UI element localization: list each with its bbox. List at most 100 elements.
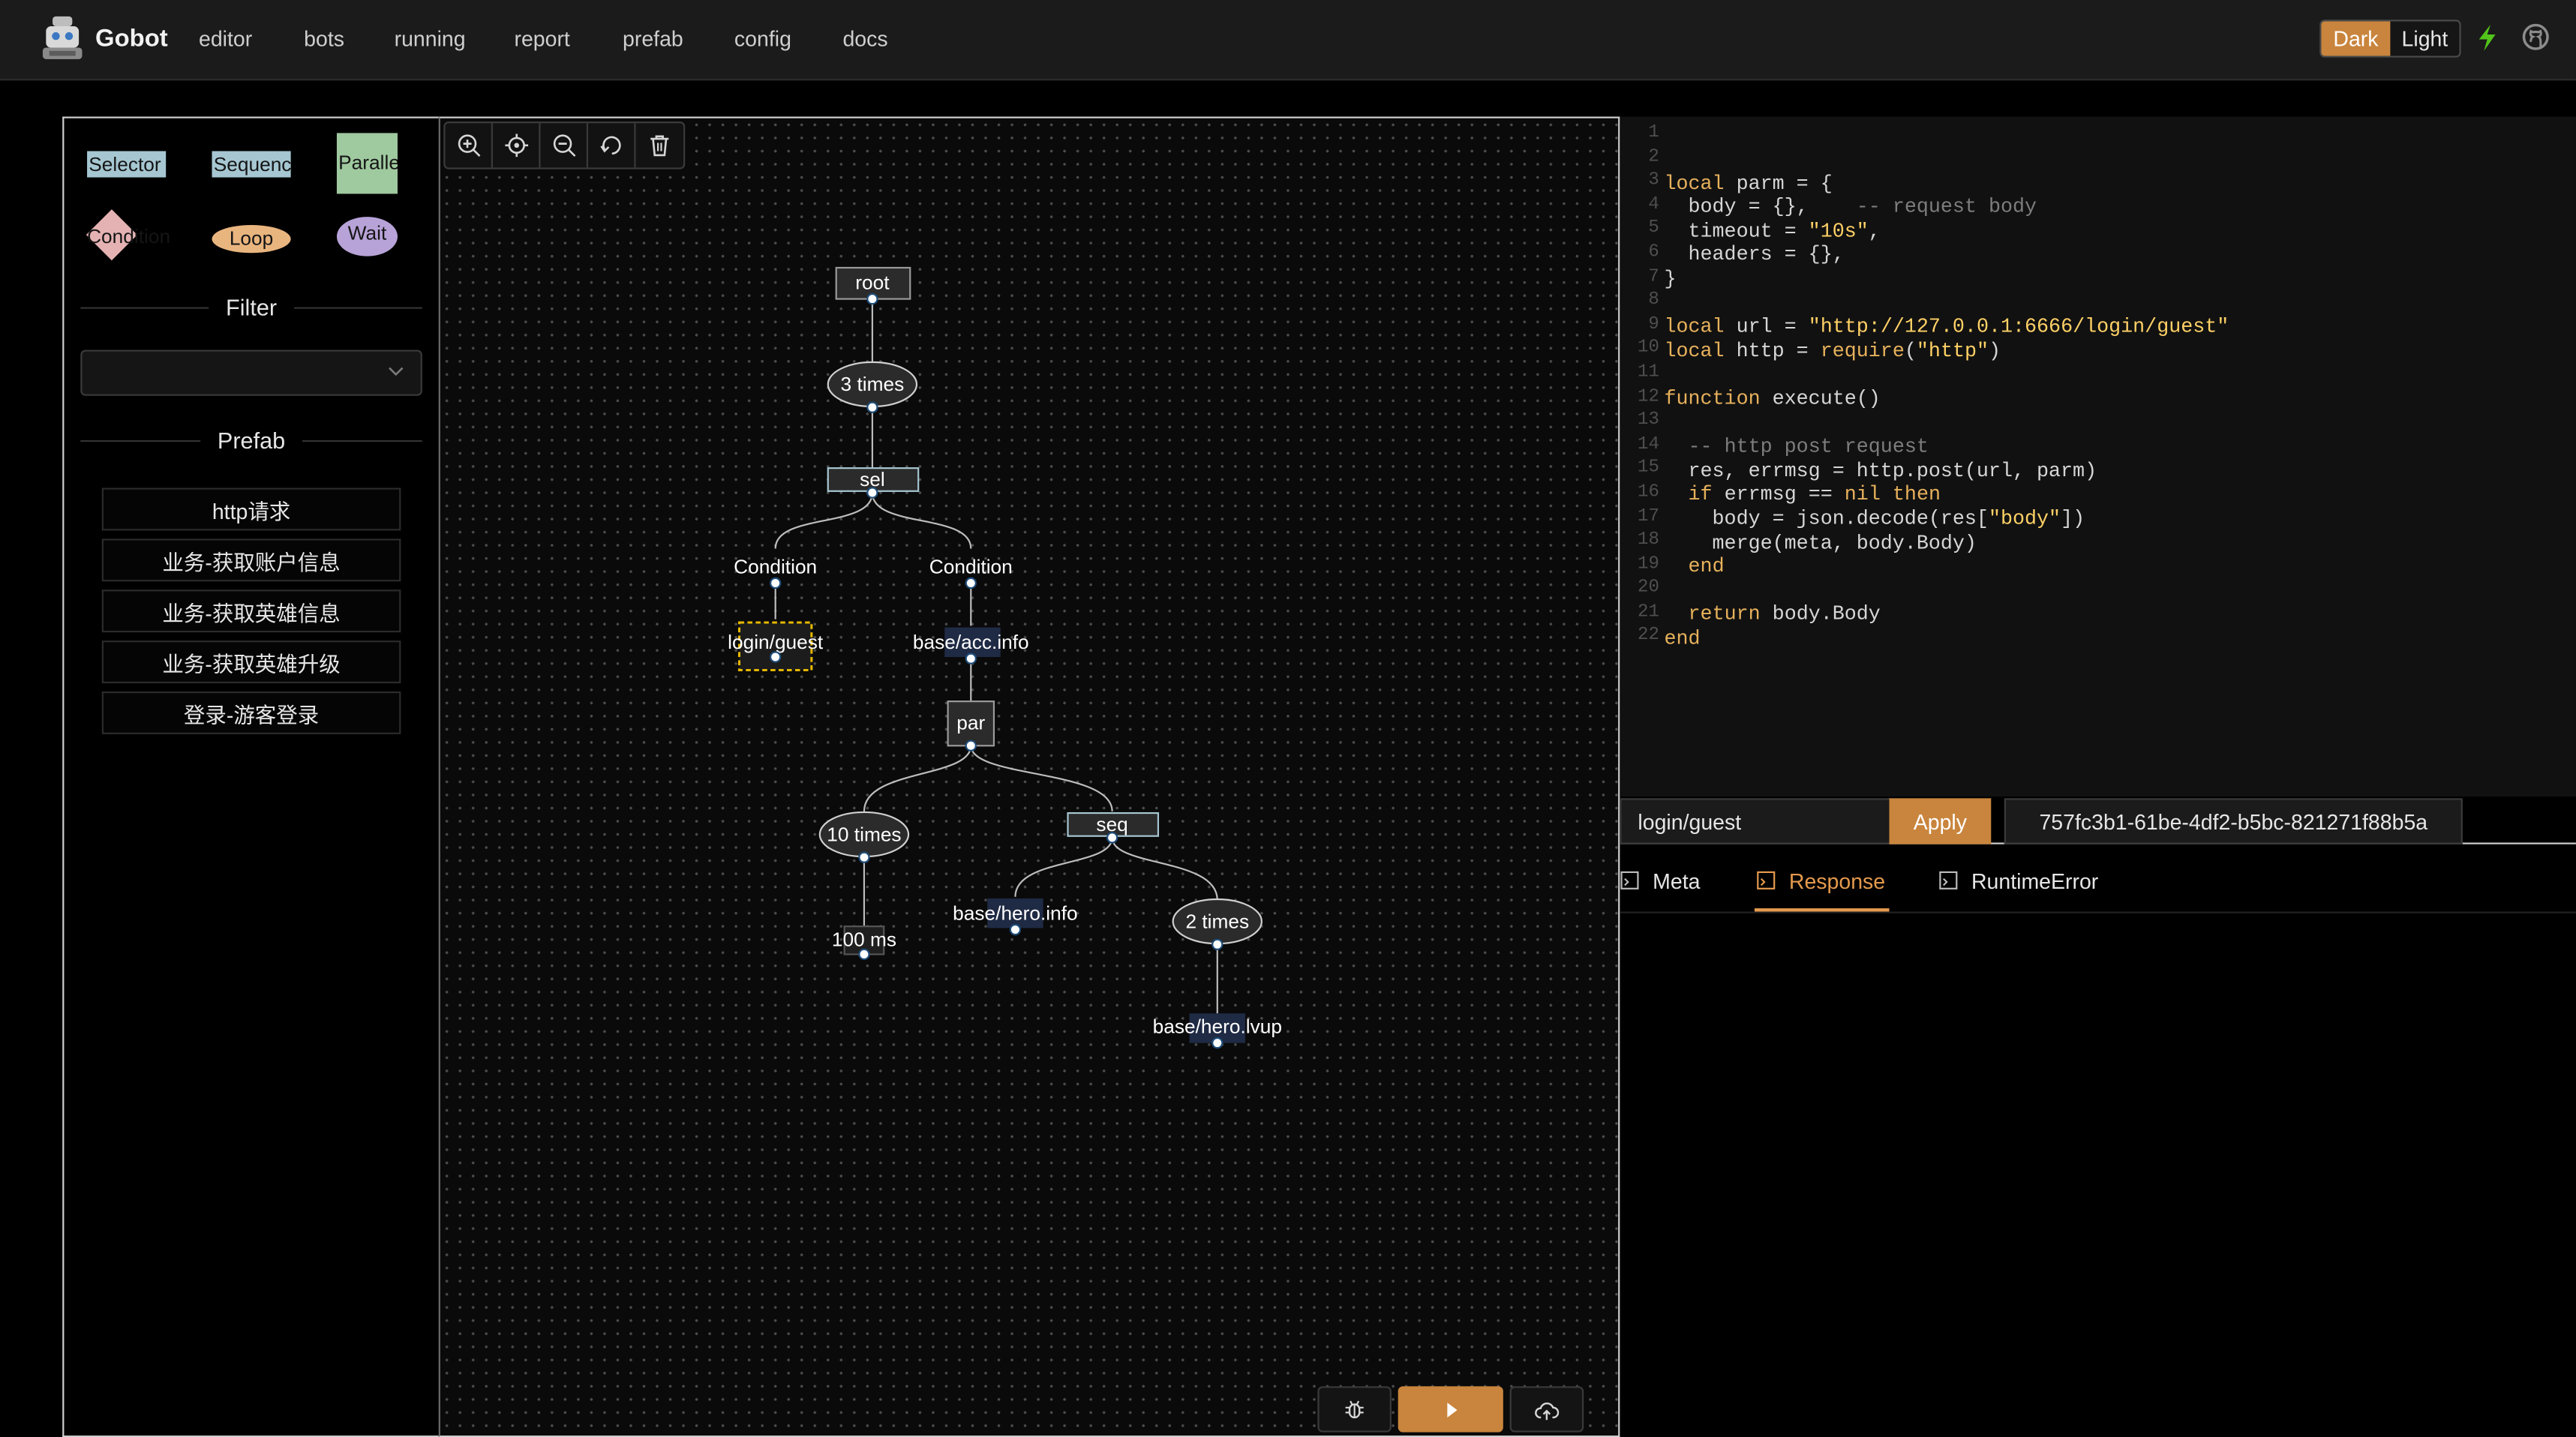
nav-editor[interactable]: editor bbox=[199, 26, 252, 51]
github-icon[interactable] bbox=[2522, 23, 2550, 51]
node-par-label: par bbox=[956, 711, 985, 734]
node-cond2-label: Condition bbox=[929, 555, 1013, 578]
apply-button[interactable]: Apply bbox=[1889, 798, 1992, 844]
code-content[interactable]: local parm = { body = {}, -- request bod… bbox=[1664, 148, 2229, 675]
zoom-in-icon bbox=[457, 134, 480, 157]
canvas-toolbar bbox=[443, 122, 686, 170]
tab-runtime-error[interactable]: RuntimeError bbox=[1938, 848, 2098, 914]
code-line[interactable] bbox=[1664, 364, 2229, 388]
selector-node-chip[interactable]: Selector bbox=[87, 151, 167, 178]
code-line[interactable]: headers = {}, bbox=[1664, 244, 2229, 268]
line-number: 6 bbox=[1648, 243, 1659, 263]
delete-button[interactable] bbox=[636, 123, 684, 167]
filter-select[interactable] bbox=[80, 350, 422, 396]
behavior-tree-graph: root 3 times sel Condition Condition log… bbox=[728, 266, 1282, 1049]
sequence-node-chip[interactable]: Sequence bbox=[212, 151, 291, 178]
theme-toggle: Dark Light bbox=[2319, 20, 2461, 58]
line-number: 9 bbox=[1648, 314, 1659, 335]
node-id-field[interactable]: 757fc3b1-61be-4df2-b5bc-821271f88b5a bbox=[2004, 798, 2463, 844]
prefab-item[interactable]: http请求 bbox=[101, 488, 401, 531]
prefab-item[interactable]: 业务-获取英雄升级 bbox=[101, 640, 401, 684]
debug-button[interactable] bbox=[1317, 1386, 1392, 1432]
nav-prefab[interactable]: prefab bbox=[623, 26, 683, 51]
code-line[interactable]: function execute() bbox=[1664, 388, 2229, 412]
tab-meta[interactable]: Meta bbox=[1620, 848, 1700, 914]
line-number: 7 bbox=[1648, 267, 1659, 287]
code-line[interactable]: end bbox=[1664, 627, 2229, 651]
code-line[interactable] bbox=[1664, 412, 2229, 436]
crosshair-icon bbox=[504, 134, 527, 158]
line-number: 3 bbox=[1648, 171, 1659, 191]
zoom-in-button[interactable] bbox=[445, 123, 493, 168]
prefab-item[interactable]: 登录-游客登录 bbox=[101, 691, 401, 734]
bug-icon bbox=[1345, 1400, 1364, 1418]
code-line[interactable]: res, errmsg = http.post(url, parm) bbox=[1664, 460, 2229, 484]
code-line[interactable]: merge(meta, body.Body) bbox=[1664, 531, 2229, 555]
trash-icon bbox=[650, 135, 669, 157]
nav-running[interactable]: running bbox=[395, 26, 466, 51]
line-number: 22 bbox=[1637, 626, 1659, 646]
code-line[interactable] bbox=[1664, 651, 2229, 675]
line-number: 15 bbox=[1637, 458, 1659, 478]
line-number: 11 bbox=[1637, 362, 1659, 383]
prefab-item[interactable]: 业务-获取账户信息 bbox=[101, 538, 401, 582]
upload-button[interactable] bbox=[1509, 1386, 1584, 1432]
line-number: 18 bbox=[1637, 530, 1659, 550]
code-editor[interactable]: 1 2 3 4 5 6 7 8 9 10 11 12 13 14 15 16 17 18 19 20 21 22 loca… bbox=[1620, 116, 2576, 797]
code-line[interactable]: } bbox=[1664, 268, 2229, 292]
nav-report[interactable]: report bbox=[514, 26, 569, 51]
prefab-title-text: Prefab bbox=[217, 427, 286, 454]
line-number: 12 bbox=[1637, 386, 1659, 407]
center-button[interactable] bbox=[493, 123, 541, 168]
tab-meta-label: Meta bbox=[1653, 868, 1701, 893]
line-number: 4 bbox=[1648, 195, 1659, 215]
prefab-item[interactable]: 业务-获取英雄信息 bbox=[101, 590, 401, 633]
tab-response[interactable]: Response bbox=[1756, 848, 1885, 914]
run-button[interactable] bbox=[1398, 1386, 1503, 1432]
lightning-icon[interactable] bbox=[2474, 23, 2500, 52]
code-line[interactable]: body = {}, -- request body bbox=[1664, 196, 2229, 220]
app-title: Gobot bbox=[95, 24, 168, 53]
node-cond1-label: Condition bbox=[734, 555, 817, 578]
edge-seq-heroinfo bbox=[1014, 837, 1113, 897]
code-line[interactable] bbox=[1664, 292, 2229, 316]
prefab-section-title: Prefab bbox=[80, 427, 422, 453]
top-header: Gobot editor bots running report prefab … bbox=[0, 0, 2576, 81]
line-number-gutter: 1 2 3 4 5 6 7 8 9 10 11 12 13 14 15 16 17 18 19 20 21 22 bbox=[1620, 123, 1659, 650]
code-line[interactable]: -- http post request bbox=[1664, 436, 2229, 460]
line-number: 21 bbox=[1637, 602, 1659, 622]
code-line[interactable] bbox=[1664, 148, 2229, 172]
code-line[interactable] bbox=[1664, 579, 2229, 603]
condition-node-chip[interactable]: Condition bbox=[87, 225, 170, 248]
code-line[interactable]: local url = "http://127.0.0.1:6666/login… bbox=[1664, 316, 2229, 340]
code-line[interactable]: return body.Body bbox=[1664, 603, 2229, 627]
zoom-out-button[interactable] bbox=[541, 123, 589, 168]
code-line[interactable]: timeout = "10s", bbox=[1664, 220, 2229, 244]
robot-logo-icon bbox=[42, 16, 83, 59]
wait-node-chip[interactable]: Wait bbox=[336, 217, 398, 256]
nav-docs[interactable]: docs bbox=[842, 26, 887, 51]
left-sidebar: Selector Sequence Parallel Condition Loo… bbox=[62, 116, 439, 1437]
line-number: 19 bbox=[1637, 554, 1659, 574]
code-line[interactable]: end bbox=[1664, 555, 2229, 579]
undo-button[interactable] bbox=[588, 123, 636, 168]
theme-light-button[interactable]: Light bbox=[2390, 21, 2460, 56]
play-icon bbox=[1446, 1402, 1457, 1417]
parallel-node-chip[interactable]: Parallel bbox=[336, 133, 398, 194]
request-bar: login/guest Apply 757fc3b1-61be-4df2-b5b… bbox=[1620, 798, 2576, 844]
code-line[interactable]: if errmsg == nil then bbox=[1664, 484, 2229, 508]
node-name-input[interactable]: login/guest bbox=[1620, 798, 1891, 844]
code-line[interactable]: local http = require("http") bbox=[1664, 340, 2229, 364]
nav-bots[interactable]: bots bbox=[304, 26, 344, 51]
nav-config[interactable]: config bbox=[734, 26, 791, 51]
line-number: 8 bbox=[1648, 290, 1659, 311]
zoom-out-icon bbox=[552, 134, 575, 157]
code-line[interactable]: body = json.decode(res["body"]) bbox=[1664, 508, 2229, 532]
behavior-tree-canvas[interactable]: root 3 times sel Condition Condition log… bbox=[438, 116, 1620, 1437]
code-line[interactable]: local parm = { bbox=[1664, 172, 2229, 196]
node-accinfo-label: base/acc.info bbox=[913, 631, 1029, 653]
theme-dark-button[interactable]: Dark bbox=[2321, 21, 2391, 56]
line-number: 5 bbox=[1648, 219, 1659, 239]
line-number: 14 bbox=[1637, 434, 1659, 455]
loop-node-chip[interactable]: Loop bbox=[212, 225, 291, 254]
